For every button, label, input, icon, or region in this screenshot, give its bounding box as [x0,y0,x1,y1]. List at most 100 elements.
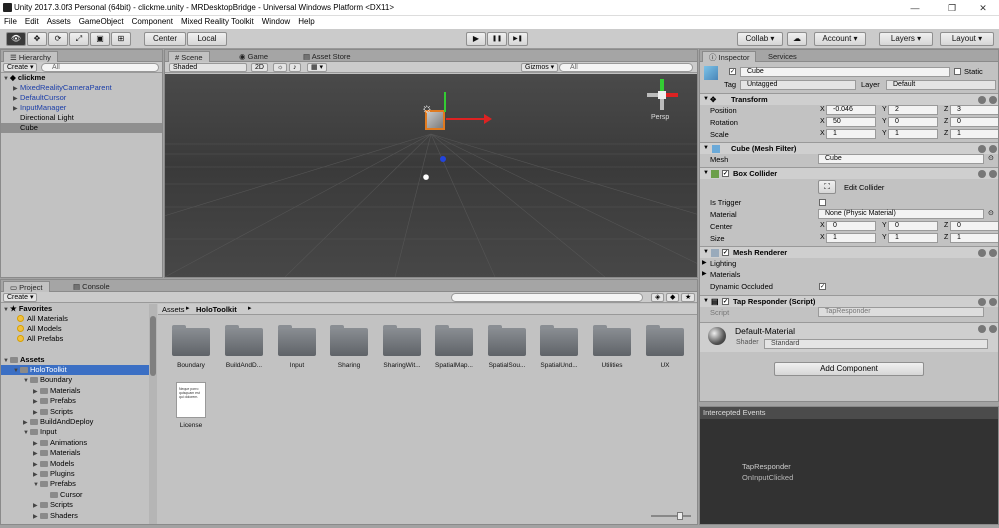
maximize-button[interactable]: ❐ [937,0,967,16]
help-icon[interactable] [978,298,986,306]
hand-tool-icon[interactable]: 👁 [6,32,26,46]
menu-edit[interactable]: Edit [21,16,43,26]
position-x-field[interactable]: X -0.046 [820,105,876,115]
orientation-gizmo-icon[interactable] [645,78,679,112]
2d-toggle[interactable]: 2D [251,63,268,72]
is-trigger-checkbox[interactable] [819,199,826,206]
asset-folder[interactable]: BuildAndD... [220,325,268,369]
perspective-label[interactable]: Persp [651,114,669,121]
favorite-item[interactable]: All Models [17,324,62,334]
box-collider-checkbox[interactable]: ✓ [722,170,729,177]
effects-toggle-icon[interactable]: ▦ ▾ [307,63,328,72]
account-button[interactable]: Account ▾ [814,32,866,46]
asset-file[interactable]: Neque porro quisquam est qui dolorem. Lic… [167,382,215,429]
project-folder[interactable]: ▶ Plugins [33,469,75,479]
position-y-field[interactable]: Y2 [882,105,938,115]
object-picker-icon[interactable]: ⊙ [988,209,994,217]
dynamic-occluded-checkbox[interactable]: ✓ [819,283,826,290]
camera-icon[interactable]: ⏺ [423,170,429,185]
tab-console[interactable]: ▤ Console [67,281,116,292]
asset-folder[interactable]: Sharing [325,325,373,369]
project-create-button[interactable]: Create ▾ [3,293,38,302]
gear-icon[interactable] [989,170,997,178]
hierarchy-item[interactable]: ▶ MixedRealityCameraParent [13,83,112,93]
pause-button[interactable]: ❚❚ [487,32,507,46]
collab-button[interactable]: Collab ▾ [737,32,783,46]
edit-collider-button[interactable]: ⛶ [818,180,836,194]
asset-folder[interactable]: UX [641,325,689,369]
project-folder[interactable]: ▶ Prefabs [33,396,76,406]
center-y-field[interactable]: Y0 [882,221,938,231]
shading-dropdown[interactable]: Shaded [169,63,247,72]
hierarchy-item[interactable]: ▶ InputManager [13,103,66,113]
lighting-toggle-icon[interactable]: ☼ [273,63,288,72]
scene-viewport[interactable]: ☼ ⏺ Persp [165,74,697,277]
tab-inspector[interactable]: ⓘ Inspector [702,51,757,62]
cloud-icon[interactable]: ☁ [787,32,807,46]
directional-light-icon[interactable]: ☼ [421,100,433,115]
asset-folder[interactable]: SpatialSou... [483,325,531,369]
y-axis-handle[interactable] [444,92,446,112]
scale-tool-icon[interactable]: ⤢ [69,32,89,46]
rect-tool-icon[interactable]: ▣ [90,32,110,46]
shader-dropdown[interactable]: Standard [764,339,988,349]
gizmos-dropdown[interactable]: Gizmos ▾ [521,63,559,72]
object-name-field[interactable]: Cube [740,67,950,77]
asset-folder[interactable]: SpatialUnd... [535,325,583,369]
project-search-input[interactable] [451,293,643,302]
zoom-slider-thumb[interactable] [677,512,683,520]
breadcrumb-assets[interactable]: Assets [162,305,185,314]
scale-x-field[interactable]: X1 [820,129,876,139]
rotation-z-field[interactable]: Z0 [944,117,998,127]
filter-label-icon[interactable]: ◆ [666,293,680,302]
pivot-local-button[interactable]: Local [187,32,227,46]
help-icon[interactable] [978,325,986,333]
transform-tool-icon[interactable]: ⊞ [111,32,131,46]
project-folder-selected[interactable]: ▼ HoloToolkit [1,365,149,375]
mesh-renderer-header[interactable]: ▼ ✓ Mesh Renderer [700,246,998,258]
layers-button[interactable]: Layers ▾ [879,32,933,46]
scene-search-input[interactable]: All [559,63,693,72]
add-component-button[interactable]: Add Component [774,362,924,376]
menu-window[interactable]: Window [258,16,294,26]
z-axis-handle[interactable] [440,156,446,162]
filter-type-icon[interactable]: ◈ [651,293,665,302]
layout-button[interactable]: Layout ▾ [940,32,994,46]
menu-help[interactable]: Help [294,16,318,26]
assets-header[interactable]: ▼ Assets [3,355,45,365]
rotation-x-field[interactable]: X 50 [820,117,876,127]
tab-game[interactable]: ◉ Game [233,51,274,62]
mesh-field[interactable]: Cube [818,154,984,164]
active-checkbox[interactable]: ✓ [729,68,736,75]
asset-folder[interactable]: Utilities [588,325,636,369]
rotate-tool-icon[interactable]: ⟳ [48,32,68,46]
center-z-field[interactable]: Z0 [944,221,998,231]
hierarchy-create-button[interactable]: Create ▾ [3,63,38,72]
gear-icon[interactable] [989,298,997,306]
close-button[interactable]: ✕ [968,0,998,16]
tab-services[interactable]: Services [762,51,803,62]
help-icon[interactable] [978,249,986,257]
scale-y-field[interactable]: Y1 [882,129,938,139]
gear-icon[interactable] [989,145,997,153]
help-icon[interactable] [978,96,986,104]
tap-responder-checkbox[interactable]: ✓ [722,298,729,305]
x-axis-handle[interactable] [446,118,488,120]
asset-folder[interactable]: Boundary [167,325,215,369]
menu-component[interactable]: Component [128,16,177,26]
mesh-filter-header[interactable]: ▼ Cube (Mesh Filter) [700,142,998,154]
lighting-foldout[interactable]: ▶ Lighting [702,258,996,269]
project-folder[interactable]: ▶ Scripts [33,407,73,417]
size-z-field[interactable]: Z1 [944,233,998,243]
mesh-renderer-checkbox[interactable]: ✓ [722,249,729,256]
project-folder[interactable]: ▶ Animations [33,438,87,448]
tab-hierarchy[interactable]: ☰ Hierarchy [3,51,58,62]
move-tool-icon[interactable]: ✥ [27,32,47,46]
project-folder[interactable]: Cursor [43,490,83,500]
materials-foldout[interactable]: ▶ Materials [702,269,996,280]
hierarchy-item[interactable]: ▶ DefaultCursor [13,93,66,103]
star-icon[interactable]: ★ [681,293,696,302]
project-folder[interactable]: ▶ Materials [33,448,80,458]
project-folder[interactable]: ▶ Scripts [33,500,73,510]
size-x-field[interactable]: X1 [820,233,876,243]
